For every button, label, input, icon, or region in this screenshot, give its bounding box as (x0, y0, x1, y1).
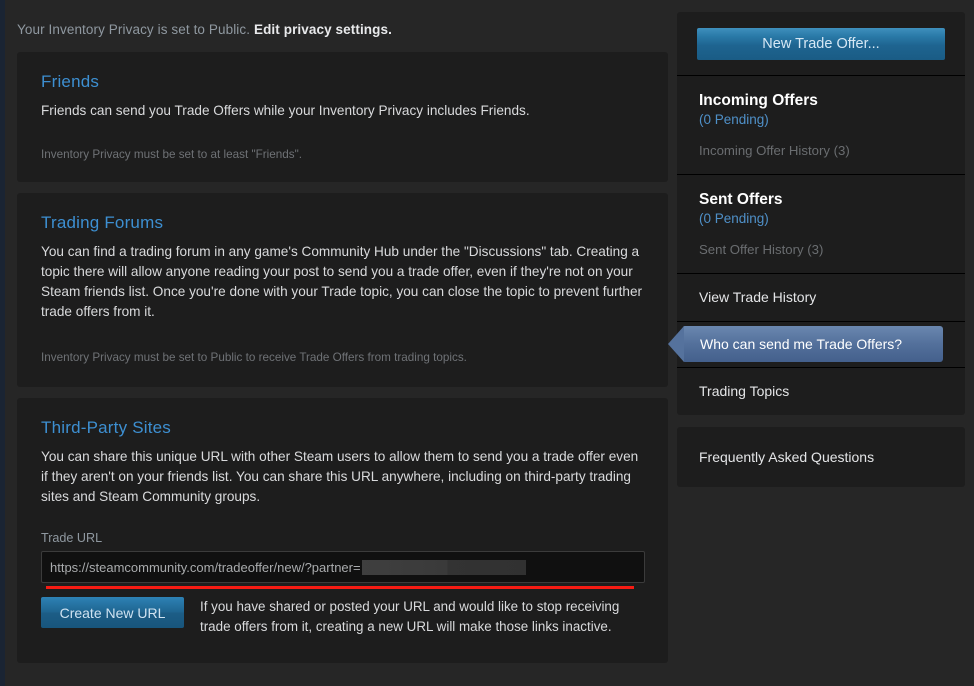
trade-url-input[interactable]: https://steamcommunity.com/tradeoffer/ne… (41, 551, 645, 583)
sidebar-main-card: New Trade Offer... Incoming Offers (0 Pe… (668, 12, 965, 415)
third-party-card-body: You can share this unique URL with other… (41, 449, 639, 504)
new-trade-offer-button[interactable]: New Trade Offer... (697, 28, 945, 60)
friends-card-title: Friends (41, 72, 100, 91)
trading-topics-label: Trading Topics (699, 383, 790, 399)
third-party-card-title: Third-Party Sites (41, 418, 171, 437)
view-trade-history-label: View Trade History (699, 289, 817, 305)
sidebar-item-sent-offers[interactable]: Sent Offers (0 Pending) Sent Offer Histo… (677, 174, 965, 273)
trading-forums-card: Trading Forums You can find a trading fo… (17, 193, 668, 387)
create-url-row: Create New URL If you have shared or pos… (41, 597, 644, 637)
page-layout: Your Inventory Privacy is set to Public.… (5, 0, 974, 686)
friends-card: Friends Friends can send you Trade Offer… (17, 52, 668, 182)
new-trade-offer-wrapper: New Trade Offer... (677, 12, 965, 75)
faq-label: Frequently Asked Questions (699, 449, 875, 465)
trading-forums-card-body: You can find a trading forum in any game… (41, 244, 643, 319)
inventory-privacy-banner: Your Inventory Privacy is set to Public.… (17, 22, 677, 37)
trading-forums-card-title: Trading Forums (41, 213, 164, 232)
trade-url-value: https://steamcommunity.com/tradeoffer/ne… (50, 559, 361, 575)
red-annotation-underline (46, 586, 634, 589)
create-new-url-button[interactable]: Create New URL (41, 597, 184, 628)
trade-url-label: Trade URL (41, 531, 103, 545)
incoming-offers-heading: Incoming Offers (699, 92, 818, 109)
sidebar-item-view-trade-history[interactable]: View Trade History (677, 273, 965, 321)
selection-arrow-icon (668, 326, 684, 362)
edit-privacy-settings-link[interactable]: Edit privacy settings. (254, 22, 392, 37)
third-party-sites-card: Third-Party Sites You can share this uni… (17, 398, 668, 663)
friends-card-body: Friends can send you Trade Offers while … (41, 103, 530, 118)
trade-url-field-wrapper: https://steamcommunity.com/tradeoffer/ne… (41, 551, 645, 589)
sent-offers-heading: Sent Offers (699, 191, 783, 208)
sidebar: New Trade Offer... Incoming Offers (0 Pe… (668, 12, 965, 487)
content-column: Your Inventory Privacy is set to Public.… (5, 0, 677, 677)
steam-trade-offers-page: Your Inventory Privacy is set to Public.… (0, 0, 974, 686)
sent-offer-history-link[interactable]: Sent Offer History (3) (699, 242, 945, 257)
trade-url-redacted-block (361, 559, 526, 575)
who-can-send-label: Who can send me Trade Offers? (700, 336, 903, 352)
sidebar-item-faq[interactable]: Frequently Asked Questions (677, 427, 965, 487)
selected-nav-wrapper: Who can send me Trade Offers? (668, 322, 965, 367)
create-new-url-note: If you have shared or posted your URL an… (200, 599, 620, 634)
privacy-banner-text: Your Inventory Privacy is set to Public. (17, 22, 251, 37)
sent-offers-pending[interactable]: (0 Pending) (699, 209, 945, 228)
selected-nav-highlight[interactable]: Who can send me Trade Offers? (668, 326, 943, 362)
sidebar-item-incoming-offers[interactable]: Incoming Offers (0 Pending) Incoming Off… (677, 75, 965, 174)
sidebar-item-trading-topics[interactable]: Trading Topics (677, 367, 965, 415)
trading-forums-card-note: Inventory Privacy must be set to Public … (41, 351, 467, 364)
incoming-offer-history-link[interactable]: Incoming Offer History (3) (699, 143, 945, 158)
sidebar-item-who-can-send[interactable]: Who can send me Trade Offers? (668, 321, 965, 367)
incoming-offers-pending[interactable]: (0 Pending) (699, 110, 945, 129)
friends-card-note: Inventory Privacy must be set to at leas… (41, 148, 302, 161)
